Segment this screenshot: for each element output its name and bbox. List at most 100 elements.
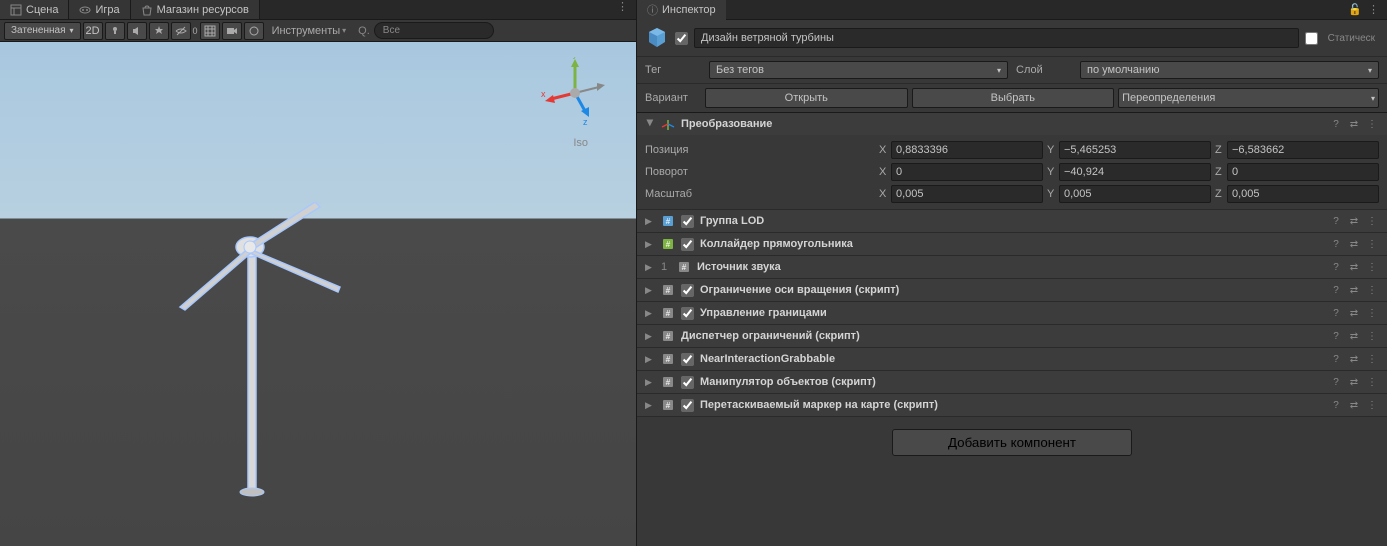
component-header[interactable]: ▶ # Перетаскиваемый маркер на карте (скр… <box>637 394 1387 416</box>
component-header[interactable]: ▶ 1 # Источник звука ? ⇄ ⋮ <box>637 256 1387 278</box>
prefab-row: Вариант Открыть Выбрать Переопределения <box>637 84 1387 113</box>
menu-icon[interactable]: ⋮ <box>1365 375 1379 389</box>
component-header[interactable]: ▶ # Манипулятор объектов (скрипт) ? ⇄ ⋮ <box>637 371 1387 393</box>
toolbar-camera-icon[interactable] <box>222 22 242 40</box>
component-enabled-checkbox[interactable] <box>681 215 694 228</box>
toolbar-grid-icon[interactable] <box>200 22 220 40</box>
help-icon[interactable]: ? <box>1329 237 1343 251</box>
menu-icon[interactable]: ⋮ <box>1365 329 1379 343</box>
component-enabled-checkbox[interactable] <box>681 307 694 320</box>
menu-icon[interactable]: ⋮ <box>1365 260 1379 274</box>
toolbar-2d-toggle[interactable]: 2D <box>83 22 103 40</box>
preset-icon[interactable]: ⇄ <box>1347 260 1361 274</box>
help-icon[interactable]: ? <box>1329 375 1343 389</box>
component-header[interactable]: ▶ # Управление границами ? ⇄ ⋮ <box>637 302 1387 324</box>
tab-inspector[interactable]: ⓘ Инспектор <box>637 0 726 21</box>
component-header-transform[interactable]: ▶ Преобразование ? ⇄ ⋮ <box>637 113 1387 135</box>
component-enabled-checkbox[interactable] <box>681 376 694 389</box>
rotation-z-input[interactable] <box>1227 163 1379 181</box>
inspector-menu-icon[interactable]: ⋮ <box>1368 3 1379 16</box>
component-header[interactable]: ▶ # Группа LOD ? ⇄ ⋮ <box>637 210 1387 232</box>
help-icon[interactable]: ? <box>1329 329 1343 343</box>
component-1: ▶ # Коллайдер прямоугольника ? ⇄ ⋮ <box>637 233 1387 256</box>
object-name-input[interactable] <box>694 28 1299 48</box>
svg-text:#: # <box>666 286 671 295</box>
component-name: Перетаскиваемый маркер на карте (скрипт) <box>700 399 1323 411</box>
svg-text:x: x <box>541 89 546 99</box>
object-header: Статическ <box>637 20 1387 57</box>
tab-scene[interactable]: Сцена <box>0 0 69 19</box>
menu-icon[interactable]: ⋮ <box>1365 398 1379 412</box>
scene-search-input[interactable] <box>374 22 494 39</box>
component-header[interactable]: ▶ # Коллайдер прямоугольника ? ⇄ ⋮ <box>637 233 1387 255</box>
overrides-dropdown[interactable]: Переопределения <box>1118 88 1379 108</box>
preset-icon[interactable]: ⇄ <box>1347 352 1361 366</box>
help-icon[interactable]: ? <box>1329 306 1343 320</box>
menu-icon[interactable]: ⋮ <box>1365 237 1379 251</box>
menu-icon[interactable]: ⋮ <box>1365 117 1379 131</box>
help-icon[interactable]: ? <box>1329 352 1343 366</box>
menu-icon[interactable]: ⋮ <box>1365 214 1379 228</box>
component-name: NearInteractionGrabbable <box>700 353 1323 365</box>
lock-icon[interactable]: 🔓 <box>1348 3 1362 16</box>
help-icon[interactable]: ? <box>1329 260 1343 274</box>
scale-x-input[interactable] <box>891 185 1043 203</box>
layer-dropdown[interactable]: по умолчанию <box>1080 61 1379 79</box>
tabs-menu-icon[interactable]: ⋮ <box>617 0 636 19</box>
toolbar-lighting-icon[interactable] <box>105 22 125 40</box>
toolbar-fx-icon[interactable] <box>149 22 169 40</box>
component-enabled-checkbox[interactable] <box>681 238 694 251</box>
position-z-input[interactable] <box>1227 141 1379 159</box>
component-enabled-checkbox[interactable] <box>681 353 694 366</box>
component-header[interactable]: ▶ # Диспетчер ограничений (скрипт) ? ⇄ ⋮ <box>637 325 1387 347</box>
help-icon[interactable]: ? <box>1329 117 1343 131</box>
preset-icon[interactable]: ⇄ <box>1347 329 1361 343</box>
preset-icon[interactable]: ⇄ <box>1347 283 1361 297</box>
menu-icon[interactable]: ⋮ <box>1365 352 1379 366</box>
preset-icon[interactable]: ⇄ <box>1347 117 1361 131</box>
foldout-icon: ▶ <box>645 354 655 365</box>
projection-label[interactable]: Iso <box>573 137 588 149</box>
scale-z-input[interactable] <box>1227 185 1379 203</box>
help-icon[interactable]: ? <box>1329 398 1343 412</box>
component-type-icon: # <box>661 329 675 343</box>
menu-icon[interactable]: ⋮ <box>1365 306 1379 320</box>
shading-dropdown[interactable]: Затененная <box>4 22 81 40</box>
component-enabled-checkbox[interactable] <box>681 399 694 412</box>
orientation-gizmo[interactable]: y x z <box>539 57 611 129</box>
scale-y-input[interactable] <box>1059 185 1211 203</box>
component-header[interactable]: ▶ # Ограничение оси вращения (скрипт) ? … <box>637 279 1387 301</box>
open-prefab-button[interactable]: Открыть <box>705 88 908 108</box>
component-name: Источник звука <box>697 261 1323 273</box>
help-icon[interactable]: ? <box>1329 214 1343 228</box>
static-checkbox[interactable] <box>1305 32 1318 45</box>
preset-icon[interactable]: ⇄ <box>1347 237 1361 251</box>
component-enabled-checkbox[interactable] <box>681 284 694 297</box>
toolbar-gizmos-icon[interactable] <box>244 22 264 40</box>
toolbar-hidden-icon[interactable] <box>171 22 191 40</box>
toolbar-audio-icon[interactable] <box>127 22 147 40</box>
menu-icon[interactable]: ⋮ <box>1365 283 1379 297</box>
tag-dropdown[interactable]: Без тегов <box>709 61 1008 79</box>
help-icon[interactable]: ? <box>1329 283 1343 297</box>
component-name: Ограничение оси вращения (скрипт) <box>700 284 1323 296</box>
component-header[interactable]: ▶ # NearInteractionGrabbable ? ⇄ ⋮ <box>637 348 1387 370</box>
preset-icon[interactable]: ⇄ <box>1347 306 1361 320</box>
object-active-checkbox[interactable] <box>675 32 688 45</box>
component-name: Управление границами <box>700 307 1323 319</box>
position-y-input[interactable] <box>1059 141 1211 159</box>
position-x-input[interactable] <box>891 141 1043 159</box>
scene-viewport[interactable]: y x z Iso <box>0 42 636 546</box>
select-prefab-button[interactable]: Выбрать <box>912 88 1115 108</box>
svg-text:#: # <box>666 332 671 341</box>
component-transform: ▶ Преобразование ? ⇄ ⋮ Позиция X Y Z <box>637 113 1387 210</box>
preset-icon[interactable]: ⇄ <box>1347 375 1361 389</box>
add-component-button[interactable]: Добавить компонент <box>892 429 1132 456</box>
tab-asset-store[interactable]: Магазин ресурсов <box>131 0 260 19</box>
preset-icon[interactable]: ⇄ <box>1347 398 1361 412</box>
preset-icon[interactable]: ⇄ <box>1347 214 1361 228</box>
tab-game[interactable]: Игра <box>69 0 130 19</box>
rotation-y-input[interactable] <box>1059 163 1211 181</box>
tools-label: Инструменты <box>272 25 341 37</box>
rotation-x-input[interactable] <box>891 163 1043 181</box>
